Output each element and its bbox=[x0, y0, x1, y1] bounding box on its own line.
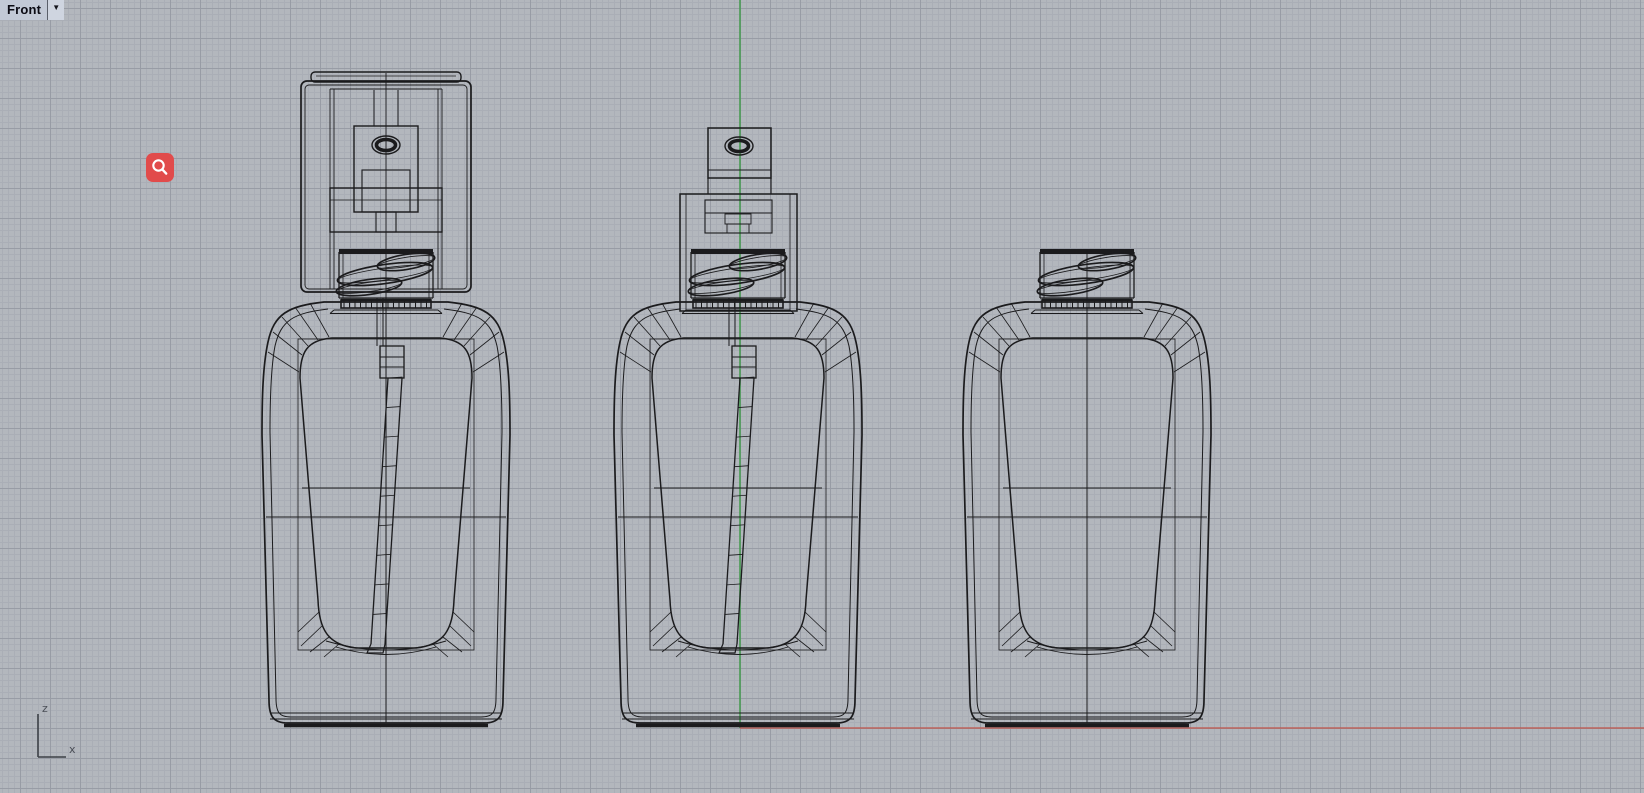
world-axes bbox=[739, 0, 1644, 729]
cad-viewport[interactable]: z x Front ▼ bbox=[0, 0, 1644, 793]
chevron-down-icon: ▼ bbox=[52, 2, 61, 12]
viewport-menu-dropdown[interactable]: ▼ bbox=[47, 0, 65, 20]
viewport-title-label[interactable]: Front bbox=[0, 0, 47, 20]
scene-canvas bbox=[261, 0, 1644, 729]
bottle-with-cap[interactable] bbox=[261, 71, 511, 728]
bottle-with-pump[interactable] bbox=[613, 127, 863, 728]
viewport-title-bar[interactable]: Front ▼ bbox=[0, 0, 65, 20]
zoom-tool-button[interactable] bbox=[146, 153, 174, 182]
bottle-plain[interactable] bbox=[962, 249, 1212, 728]
magnifier-icon bbox=[152, 158, 168, 175]
